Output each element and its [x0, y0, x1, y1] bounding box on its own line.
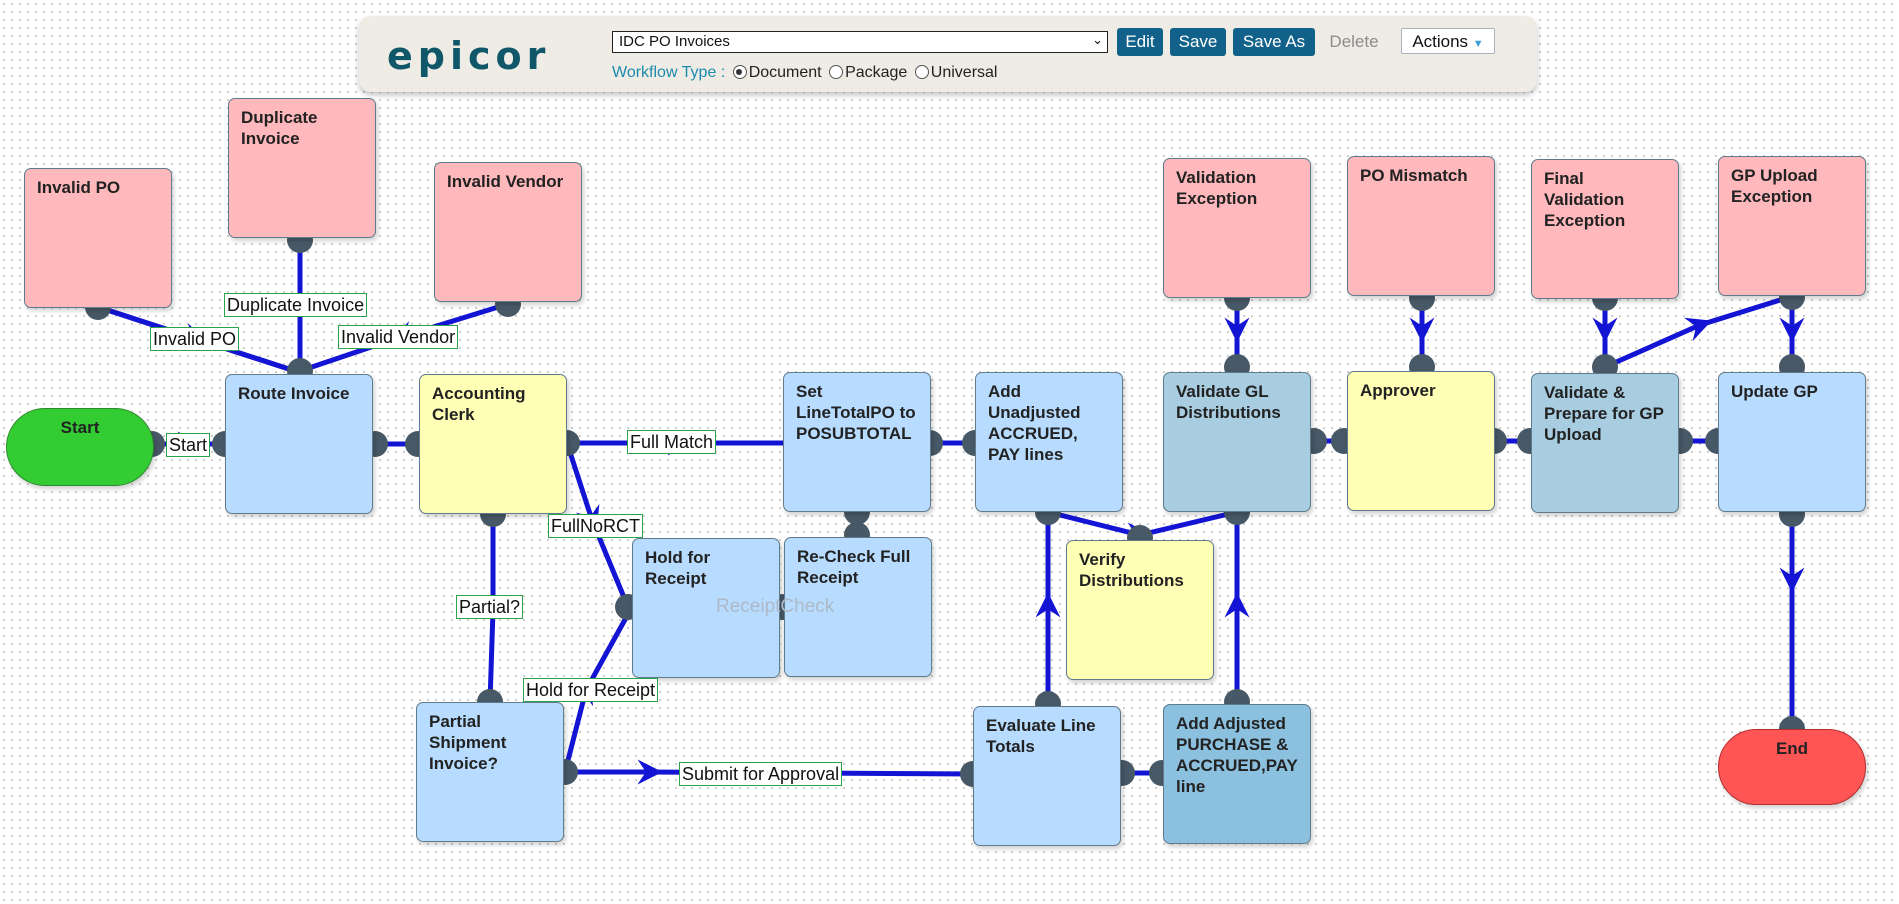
node-set-linetotal[interactable]: Set LineTotalPO to POSUBTOTAL: [783, 372, 931, 512]
node-evaluate-line-totals[interactable]: Evaluate Line Totals: [973, 706, 1121, 846]
node-add-unadjusted[interactable]: Add Unadjusted ACCRUED, PAY lines: [975, 372, 1123, 512]
node-final-validation-exception[interactable]: Final Validation Exception: [1531, 159, 1679, 299]
delete-button[interactable]: Delete: [1322, 28, 1386, 56]
workflow-toolbar: epicor IDC PO Invoices ⌄ Edit Save Save …: [359, 16, 1537, 92]
node-po-mismatch[interactable]: PO Mismatch: [1347, 156, 1495, 296]
node-validate-gl[interactable]: Validate GL Distributions: [1163, 372, 1311, 512]
radio-universal-label: Universal: [930, 64, 998, 81]
edge-label-hold-for-receipt[interactable]: Hold for Receipt: [523, 678, 659, 702]
radio-document[interactable]: [732, 65, 747, 79]
node-approver[interactable]: Approver: [1347, 371, 1495, 511]
node-gp-upload-exception[interactable]: GP Upload Exception: [1718, 156, 1866, 296]
radio-package-label: Package: [845, 64, 908, 81]
radio-universal[interactable]: [914, 65, 929, 79]
edit-button[interactable]: Edit: [1117, 28, 1163, 56]
edge-label-invalid-po[interactable]: Invalid PO: [150, 327, 240, 351]
caret-down-icon: ▼: [1472, 38, 1484, 50]
actions-label: Actions: [1412, 32, 1469, 51]
edge-label-start[interactable]: Start: [166, 433, 211, 457]
edge-label-duplicate-invoice[interactable]: Duplicate Invoice: [224, 293, 368, 317]
edge-label-invalid-vendor[interactable]: Invalid Vendor: [338, 325, 459, 349]
save-as-button[interactable]: Save As: [1233, 28, 1315, 56]
node-accounting-clerk[interactable]: Accounting Clerk: [419, 374, 567, 514]
node-invalid-po[interactable]: Invalid PO: [24, 168, 172, 308]
actions-dropdown[interactable]: Actions ▼: [1401, 28, 1495, 54]
node-start[interactable]: Start: [6, 408, 154, 486]
edge-label-full-no-rct[interactable]: FullNoRCT: [548, 514, 644, 538]
chevron-down-icon: ⌄: [1092, 32, 1103, 47]
node-validate-prepare[interactable]: Validate & Prepare for GP Upload: [1531, 373, 1679, 513]
workflow-select[interactable]: IDC PO Invoices ⌄: [612, 31, 1108, 53]
node-validation-exception[interactable]: Validation Exception: [1163, 158, 1311, 298]
node-verify-distributions[interactable]: Verify Distributions: [1066, 540, 1214, 680]
epicor-logo: epicor: [387, 34, 551, 78]
edge-label-receipt-check[interactable]: ReceiptCheck: [716, 596, 834, 618]
node-partial-shipment[interactable]: Partial Shipment Invoice?: [416, 702, 564, 842]
node-end[interactable]: End: [1718, 729, 1866, 805]
radio-package[interactable]: [829, 65, 844, 79]
workflow-type-group: Workflow Type : Document Package Univers…: [612, 64, 997, 82]
workflow-select-value: IDC PO Invoices: [619, 33, 730, 50]
node-invalid-vendor[interactable]: Invalid Vendor: [434, 162, 582, 302]
node-update-gp[interactable]: Update GP: [1718, 372, 1866, 512]
workflow-type-label: Workflow Type :: [612, 64, 726, 81]
workflow-canvas[interactable]: Invalid PO Duplicate Invoice Invalid Ven…: [0, 0, 1899, 904]
edge-label-partial[interactable]: Partial?: [456, 595, 524, 619]
node-duplicate-invoice[interactable]: Duplicate Invoice: [228, 98, 376, 238]
node-route-invoice[interactable]: Route Invoice: [225, 374, 373, 514]
radio-document-label: Document: [748, 64, 822, 81]
node-add-adjusted[interactable]: Add Adjusted PURCHASE & ACCRUED,PAY line: [1163, 704, 1311, 844]
edge-label-submit-for-approval[interactable]: Submit for Approval: [679, 762, 843, 786]
save-button[interactable]: Save: [1170, 28, 1226, 56]
edge-label-full-match[interactable]: Full Match: [627, 430, 717, 454]
